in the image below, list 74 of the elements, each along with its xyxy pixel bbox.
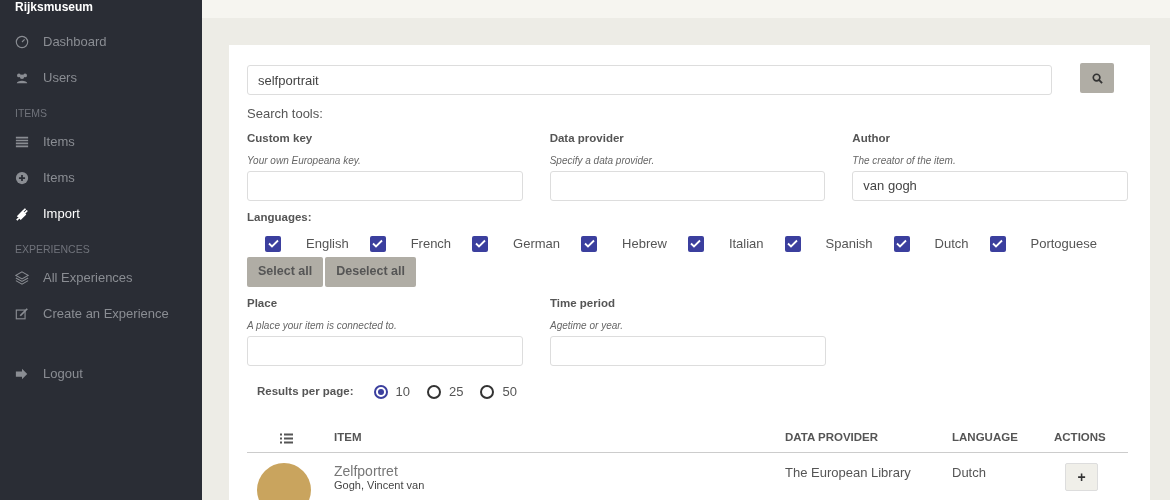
logout-icon bbox=[15, 366, 29, 381]
radio-button[interactable] bbox=[373, 384, 388, 399]
input-field[interactable] bbox=[549, 170, 826, 201]
list-icon bbox=[280, 433, 293, 445]
table-cell-text: Dutch bbox=[952, 464, 987, 483]
checkbox[interactable] bbox=[369, 235, 386, 252]
users-icon bbox=[15, 71, 29, 85]
field-label: Time period bbox=[550, 295, 616, 311]
checkbox-label: Portoguese bbox=[1030, 235, 1098, 253]
checkbox-label: Italian bbox=[728, 235, 764, 253]
radio-label: 10 bbox=[395, 382, 410, 401]
checkbox-label: Spanish bbox=[825, 235, 873, 253]
input-field[interactable] bbox=[550, 335, 826, 366]
plug-icon bbox=[15, 206, 29, 221]
column-header: DATA PROVIDER bbox=[785, 430, 880, 446]
column-header: ITEM bbox=[334, 430, 363, 446]
edit-icon bbox=[15, 306, 29, 321]
brand-name: Rijksmuseum bbox=[15, 0, 95, 14]
checkbox[interactable] bbox=[687, 235, 704, 252]
sidebar-item[interactable]: Create an Experience bbox=[15, 295, 187, 332]
radio-button[interactable] bbox=[426, 384, 441, 399]
radio-button[interactable] bbox=[480, 384, 495, 399]
checkbox[interactable] bbox=[989, 235, 1006, 252]
checkbox[interactable] bbox=[265, 235, 281, 252]
checkbox[interactable] bbox=[472, 235, 489, 252]
list-icon bbox=[15, 134, 29, 149]
checkbox-label: Hebrew bbox=[622, 235, 667, 253]
checkbox[interactable] bbox=[784, 235, 801, 252]
section-label: Search tools: bbox=[247, 105, 324, 123]
item-author: Gogh, Vincent van bbox=[334, 479, 426, 493]
add-button[interactable]: + bbox=[1065, 463, 1098, 492]
radio-label: 25 bbox=[448, 382, 464, 401]
checkbox[interactable] bbox=[893, 235, 910, 252]
action-button[interactable]: Select all bbox=[247, 256, 324, 287]
sidebar-item[interactable]: All Experiences bbox=[15, 259, 187, 296]
input-field[interactable]: van gogh bbox=[852, 170, 1128, 201]
search-field[interactable]: selfportrait bbox=[247, 65, 1052, 95]
field-hint: The creator of the item. bbox=[852, 153, 957, 168]
checkbox-label: German bbox=[513, 235, 561, 253]
checkbox-label: Dutch bbox=[934, 235, 969, 253]
field-label: Author bbox=[852, 130, 892, 146]
sidebar-item[interactable]: Items bbox=[15, 123, 187, 160]
sidebar-item[interactable]: Users bbox=[15, 60, 187, 96]
radio-label: 50 bbox=[502, 382, 517, 401]
field-label: Place bbox=[247, 295, 279, 311]
input-field[interactable] bbox=[247, 335, 523, 366]
checkbox-label: English bbox=[306, 235, 349, 253]
field-hint: Your own Europeana key. bbox=[247, 153, 362, 168]
field-hint: A place your item is connected to. bbox=[247, 318, 398, 333]
item-title: Zelfportret bbox=[334, 463, 399, 480]
column-header: LANGUAGE bbox=[952, 430, 1019, 446]
field-label: Results per page: bbox=[257, 383, 354, 399]
field-hint: Specify a data provider. bbox=[549, 153, 656, 168]
sidebar-item[interactable]: Items bbox=[15, 159, 187, 196]
checkbox[interactable] bbox=[581, 235, 598, 252]
gauge-icon bbox=[15, 35, 29, 49]
sidebar-item[interactable]: Import bbox=[15, 195, 187, 232]
search-button[interactable] bbox=[1080, 63, 1114, 93]
checkbox-label: French bbox=[410, 235, 452, 253]
field-label: Data provider bbox=[549, 130, 625, 146]
layers-icon bbox=[15, 270, 29, 285]
plus-circle-icon bbox=[15, 170, 29, 185]
field-hint: Agetime or year. bbox=[550, 318, 624, 333]
field-label: Custom key bbox=[247, 130, 314, 146]
field-label: Languages: bbox=[247, 209, 313, 225]
section-heading: EXPERIENCES bbox=[15, 241, 91, 257]
table-cell-text: The European Library bbox=[785, 464, 912, 483]
section-heading: ITEMS bbox=[15, 106, 49, 121]
column-header: ACTIONS bbox=[1054, 430, 1106, 446]
input-field[interactable] bbox=[247, 170, 523, 201]
sidebar-item[interactable]: Logout bbox=[15, 355, 187, 392]
action-button[interactable]: Deselect all bbox=[325, 256, 416, 287]
sidebar-item[interactable]: Dashboard bbox=[15, 24, 187, 60]
search-icon bbox=[1091, 72, 1103, 84]
